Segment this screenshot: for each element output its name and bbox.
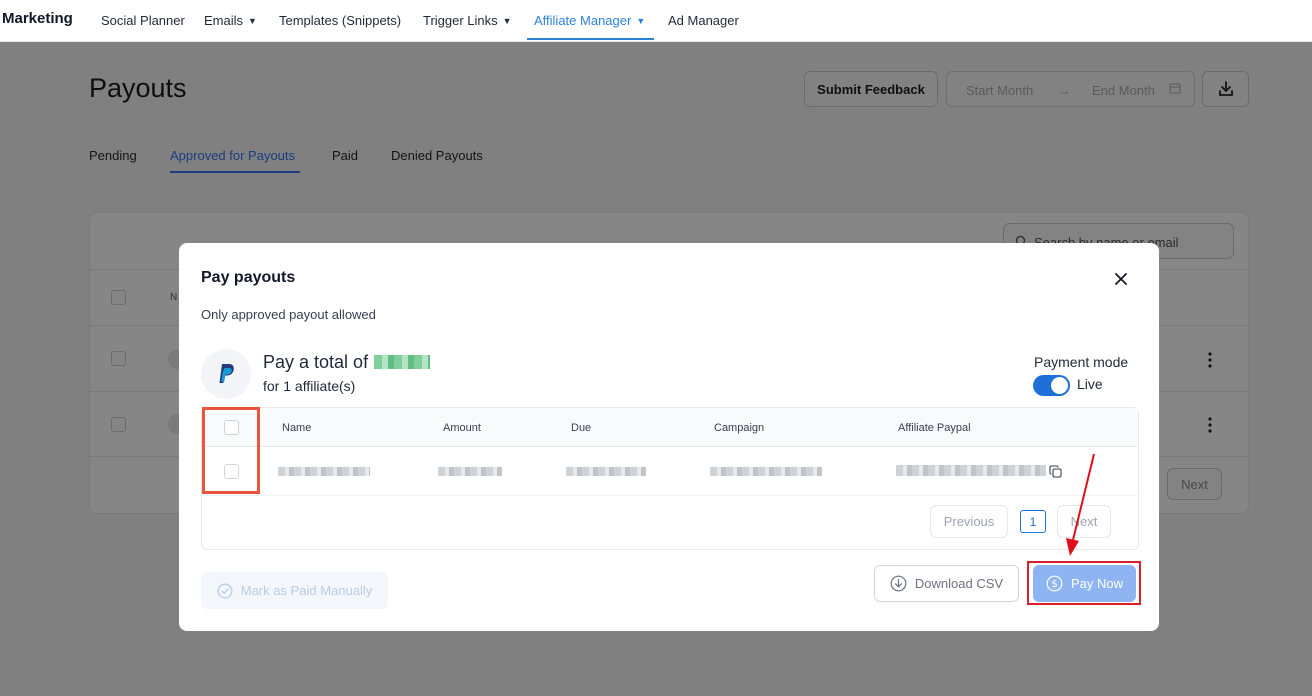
arrow-annotation-icon: [1066, 453, 1095, 556]
